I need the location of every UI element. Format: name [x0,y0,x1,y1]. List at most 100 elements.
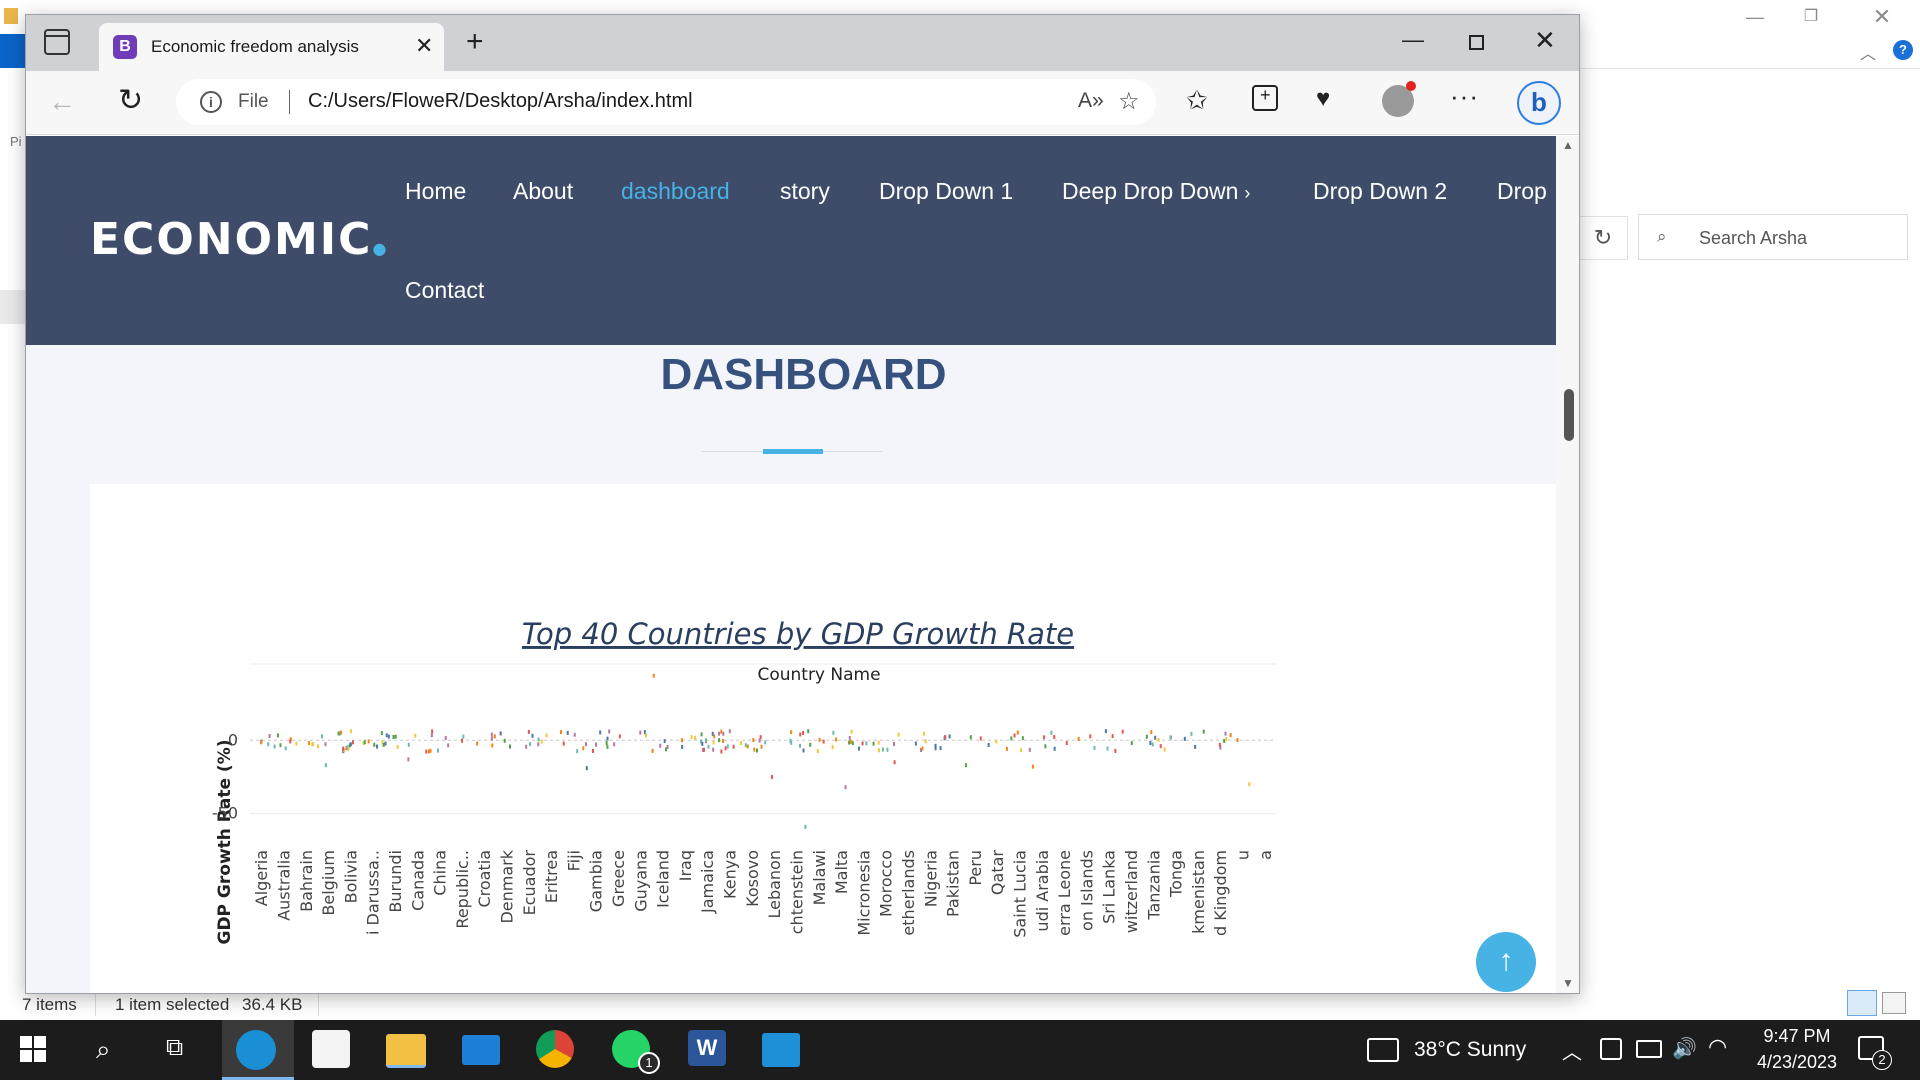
tab-economic-freedom[interactable]: B Economic freedom analysis ✕ [99,23,444,71]
explorer-search-box[interactable]: ⌕ Search Arsha [1638,214,1908,260]
chart-data-point [939,746,942,751]
chart-data-point [340,730,343,735]
explorer-minimize-button[interactable]: — [1735,2,1775,32]
close-tab-icon[interactable]: ✕ [415,33,433,59]
tab-actions-icon[interactable] [44,29,70,55]
nav-home[interactable]: Home [405,178,466,205]
chart-data-point [425,749,428,754]
chart-data-point [934,743,937,748]
chart-data-point [491,743,494,748]
add-favorite-star-icon[interactable]: ☆ [1118,87,1140,116]
explorer-refresh-button[interactable]: ↻ [1578,216,1628,260]
chart-data-point [718,738,721,743]
chart-data-point [1020,748,1023,753]
nav-drop-down-2[interactable]: Drop Down 2 [1313,178,1447,205]
browser-essentials-heart-icon[interactable]: ♥ [1316,85,1330,113]
mail-icon[interactable] [462,1035,500,1065]
nav-drop-down-1[interactable]: Drop Down 1 [879,178,1013,205]
explorer-restore-button[interactable]: ❐ [1791,2,1831,32]
tray-app-icon[interactable] [1600,1038,1622,1060]
nav-drop[interactable]: Drop [1497,178,1547,205]
scroll-thumb[interactable] [1564,389,1574,441]
minimize-button[interactable]: — [1402,27,1424,53]
nav-deep-drop-down[interactable]: Deep Drop Down › [1062,178,1250,205]
browser-toolbar: ← ↻ i File C:/Users/FloweR/Desktop/Arsha… [26,71,1579,135]
task-view-icon[interactable]: ⧉ [166,1034,206,1074]
reload-button[interactable]: ↻ [118,83,143,118]
site-logo[interactable]: ECONOMIC● [90,214,388,265]
volume-icon[interactable]: 🔊 [1672,1036,1697,1061]
chart-data-point [728,729,731,734]
chart-data-point [645,733,648,738]
tray-chevron-up-icon[interactable]: ︿ [1562,1036,1582,1065]
ribbon-collapse-chevron-icon[interactable]: ︿ [1860,40,1876,64]
chart-data-point [701,741,704,746]
weather-icon[interactable] [1367,1038,1399,1062]
taskbar-search-icon[interactable]: ⌕ [96,1034,136,1074]
collections-icon[interactable] [1252,85,1278,111]
scroll-down-arrow-icon[interactable]: ▼ [1562,976,1574,990]
chart-data-point [850,729,853,734]
battery-icon[interactable] [1636,1040,1662,1058]
clock-time[interactable]: 9:47 PM [1752,1026,1842,1047]
explorer-nav-fragment: Pi [10,134,22,149]
weather-text[interactable]: 38°C Sunny [1414,1038,1526,1062]
chrome-icon[interactable] [536,1030,574,1068]
chart-data-point [1028,747,1031,752]
chart-data-point [831,745,834,750]
read-aloud-icon[interactable]: A» [1078,89,1104,113]
start-quadrant [20,1036,32,1048]
file-explorer-icon[interactable] [386,1034,426,1068]
back-button[interactable]: ← [48,86,76,118]
chart-data-point [490,736,493,741]
chart-data-point [807,729,810,734]
address-bar[interactable]: i File C:/Users/FloweR/Desktop/Arsha/ind… [176,79,1156,125]
explorer-nav-selection[interactable] [0,290,26,324]
chart-x-tick-label: d Kingdom [1211,850,1230,936]
chart-x-tick-label: Micronesia [854,850,873,936]
windows-start-icon[interactable] [20,1036,46,1062]
scroll-up-arrow-icon[interactable]: ▲ [1562,138,1574,152]
nav-about[interactable]: About [513,178,573,205]
info-icon[interactable]: i [200,91,222,113]
more-options-icon[interactable]: ··· [1450,81,1479,112]
explorer-close-button[interactable]: ✕ [1862,2,1902,32]
chart-data-point [1218,742,1221,747]
chart-data-point [560,730,563,735]
chart-x-tick-label: udi Arabia [1033,850,1052,932]
chart-data-point [1053,735,1056,740]
chart-data-point [1236,738,1239,743]
close-window-button[interactable]: ✕ [1534,25,1556,56]
microsoft-store-icon[interactable] [312,1030,350,1068]
bing-chat-icon[interactable]: b [1517,81,1561,125]
chart-data-point [1190,731,1193,736]
help-icon[interactable]: ? [1893,40,1913,60]
maximize-button[interactable] [1469,35,1484,50]
word-icon[interactable]: W [688,1030,726,1066]
chart-data-point [527,729,530,734]
nav-contact[interactable]: Contact [405,277,484,304]
chart-y-tick-label: -50 [212,804,238,823]
wifi-icon[interactable]: ◠ [1708,1034,1727,1060]
chart-x-tick-label: Jamaica [698,850,717,914]
details-view-button[interactable] [1847,990,1877,1016]
url-text[interactable]: C:/Users/FloweR/Desktop/Arsha/index.html [308,90,693,113]
photos-icon[interactable] [762,1033,800,1067]
clock-date[interactable]: 4/23/2023 [1742,1052,1852,1073]
page-scrollbar[interactable]: ▲ ▼ [1556,136,1579,993]
new-tab-button[interactable]: + [466,27,484,57]
nav-story[interactable]: story [780,178,830,205]
chart-x-tick-label: Australia [274,850,293,921]
back-to-top-button[interactable]: ↑ [1476,932,1536,992]
chart-data-point [1005,746,1008,751]
gdp-growth-chart[interactable]: Top 40 Countries by GDP Growth Rate Coun… [90,484,1556,994]
chart-gridlines [250,663,1276,815]
favorites-star-icon[interactable]: ✩ [1186,85,1208,116]
nav-deep-drop-down-label: Deep Drop Down [1062,178,1239,204]
explorer-file-tab[interactable] [0,34,26,68]
chart-data-point [726,744,729,749]
large-icons-view-button[interactable] [1882,992,1906,1014]
nav-dashboard[interactable]: dashboard [621,178,730,205]
chart-data-point [430,733,433,738]
edge-browser-icon[interactable] [236,1030,276,1070]
